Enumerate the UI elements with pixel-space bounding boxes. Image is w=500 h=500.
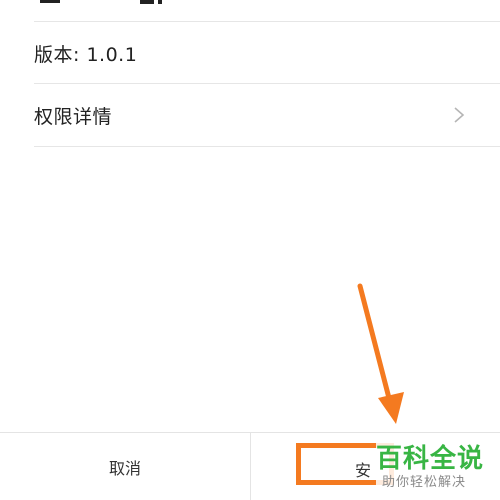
watermark-subtitle: 助你轻松解决 — [382, 475, 467, 490]
watermark-title: 百科全说 — [376, 444, 485, 474]
cancel-button[interactable]: 取消 — [0, 433, 250, 500]
permissions-row[interactable]: 权限详情 — [34, 84, 500, 146]
permissions-label: 权限详情 — [34, 105, 113, 128]
cut-off-title — [0, 0, 500, 20]
cancel-button-label: 取消 — [108, 459, 141, 478]
version-label: 版本: 1.0.1 — [34, 43, 138, 66]
annotation-arrow — [357, 283, 404, 424]
app-info-screen: 版本: 1.0.1 权限详情 取消 安 百科全说 助你轻松解决 — [0, 0, 500, 500]
watermark: 百科全说 助你轻松解决 — [376, 438, 496, 492]
version-row: 版本: 1.0.1 — [34, 22, 500, 84]
chevron-right-icon — [454, 107, 465, 123]
divider — [34, 146, 500, 147]
